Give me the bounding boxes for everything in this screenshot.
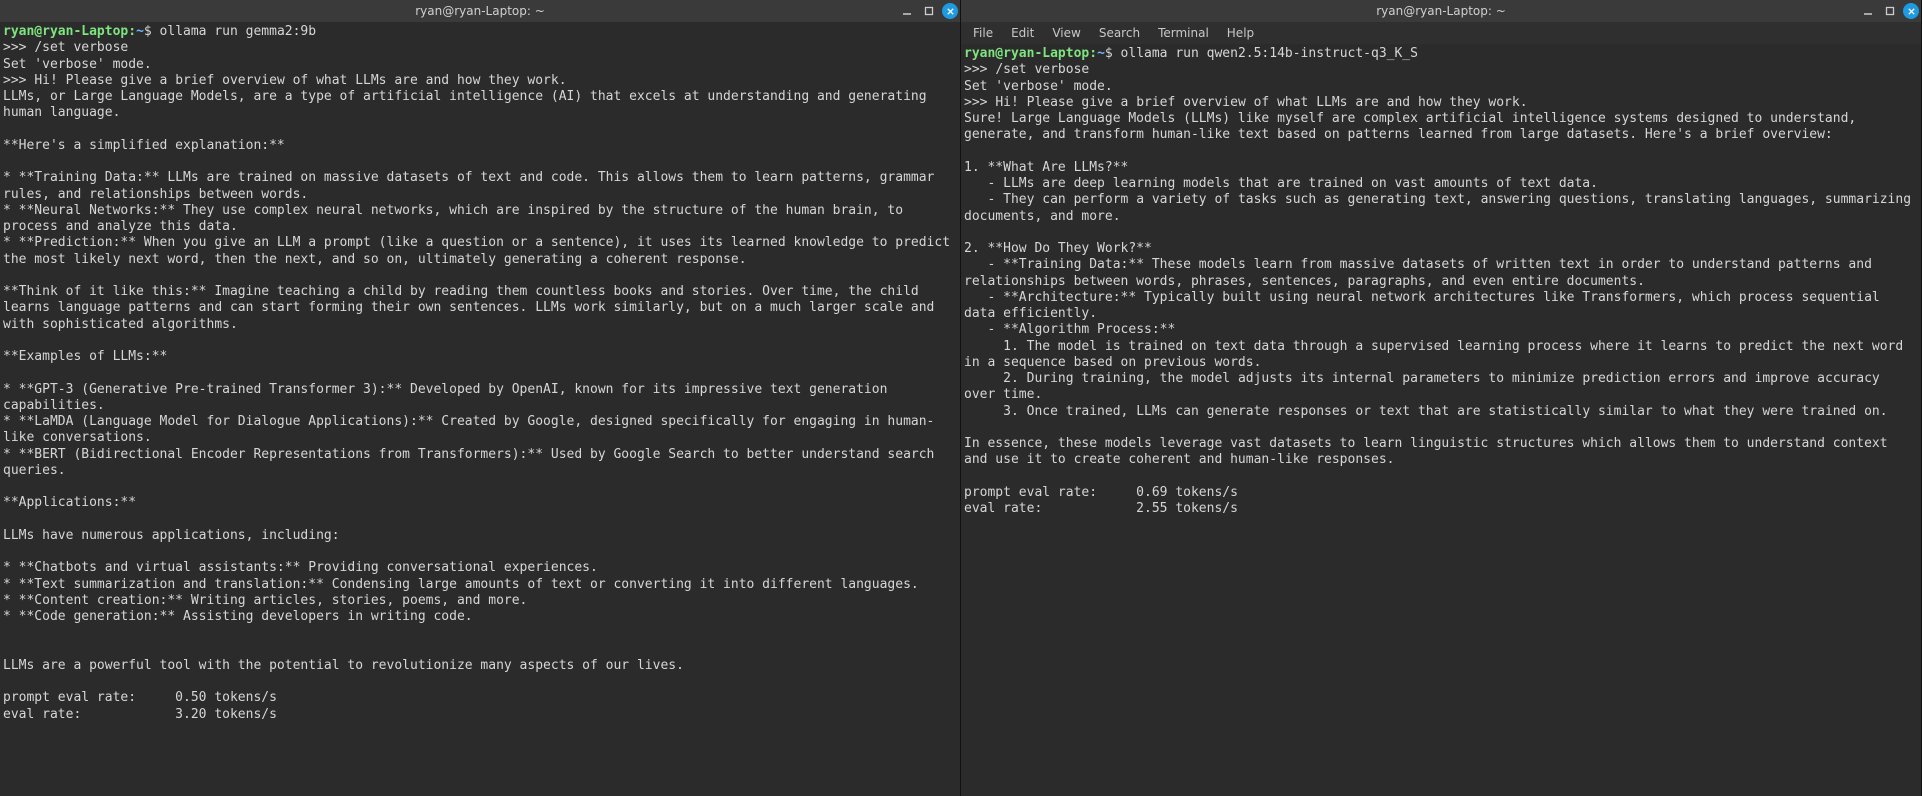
output-line: Set 'verbose' mode.: [964, 79, 1113, 94]
prompt-user-host: ryan@ryan-Laptop:: [964, 46, 1097, 61]
terminal-body-right[interactable]: ryan@ryan-Laptop:~$ ollama run qwen2.5:1…: [961, 44, 1921, 796]
output-line: LLMs, or Large Language Models, are a ty…: [3, 89, 934, 120]
output-line: * **BERT (Bidirectional Encoder Represen…: [3, 447, 942, 478]
terminal-body-left[interactable]: ryan@ryan-Laptop:~$ ollama run gemma2:9b…: [0, 22, 960, 796]
prompt-eval-rate: prompt eval rate: 0.69 tokens/s: [964, 485, 1238, 500]
menu-terminal[interactable]: Terminal: [1150, 24, 1217, 42]
output-line: 3. Once trained, LLMs can generate respo…: [964, 404, 1888, 419]
terminal-window-right: ryan@ryan-Laptop: ~ File Edit View Searc…: [961, 0, 1922, 796]
output-line: * **GPT-3 (Generative Pre-trained Transf…: [3, 382, 895, 413]
maximize-button[interactable]: [1881, 2, 1899, 20]
shell-command: ollama run gemma2:9b: [160, 24, 317, 39]
prompt-path: ~: [136, 24, 144, 39]
output-line: 2. During training, the model adjusts it…: [964, 371, 1888, 402]
repl-marker: >>>: [964, 95, 987, 110]
output-line: * **Content creation:** Writing articles…: [3, 593, 527, 608]
output-line: * **Chatbots and virtual assistants:** P…: [3, 560, 598, 575]
output-line: **Examples of LLMs:**: [3, 349, 167, 364]
repl-input: Hi! Please give a brief overview of what…: [34, 73, 566, 88]
menu-help[interactable]: Help: [1219, 24, 1262, 42]
minimize-button[interactable]: [898, 2, 916, 20]
repl-input: /set verbose: [34, 40, 128, 55]
menu-edit[interactable]: Edit: [1003, 24, 1042, 42]
window-controls-right: [1859, 0, 1919, 22]
menu-search[interactable]: Search: [1091, 24, 1148, 42]
output-line: 2. **How Do They Work?**: [964, 241, 1152, 256]
maximize-button[interactable]: [920, 2, 938, 20]
output-line: * **Training Data:** LLMs are trained on…: [3, 170, 942, 201]
repl-marker: >>>: [964, 62, 987, 77]
output-line: - **Algorithm Process:**: [964, 322, 1175, 337]
output-line: **Applications:**: [3, 495, 136, 510]
prompt-dollar: $: [144, 24, 152, 39]
close-button[interactable]: [1903, 3, 1919, 19]
output-line: * **Neural Networks:** They use complex …: [3, 203, 911, 234]
menu-file[interactable]: File: [965, 24, 1001, 42]
repl-marker: >>>: [3, 40, 26, 55]
window-controls-left: [898, 0, 958, 22]
close-icon: [1907, 7, 1916, 16]
close-icon: [946, 7, 955, 16]
maximize-icon: [1885, 6, 1895, 16]
menu-view[interactable]: View: [1044, 24, 1088, 42]
output-line: - LLMs are deep learning models that are…: [964, 176, 1598, 191]
repl-input: Hi! Please give a brief overview of what…: [995, 95, 1527, 110]
minimize-icon: [1863, 6, 1873, 16]
close-button[interactable]: [942, 3, 958, 19]
output-line: * **Code generation:** Assisting develop…: [3, 609, 473, 624]
output-line: Sure! Large Language Models (LLMs) like …: [964, 111, 1864, 142]
shell-command: ollama run qwen2.5:14b-instruct-q3_K_S: [1121, 46, 1418, 61]
output-line: **Think of it like this:** Imagine teach…: [3, 284, 942, 332]
minimize-button[interactable]: [1859, 2, 1877, 20]
terminal-window-left: ryan@ryan-Laptop: ~ ryan@ryan-Laptop:~$ …: [0, 0, 961, 796]
prompt-user-host: ryan@ryan-Laptop:: [3, 24, 136, 39]
repl-marker: >>>: [3, 73, 26, 88]
prompt-dollar: $: [1105, 46, 1113, 61]
output-line: * **Prediction:** When you give an LLM a…: [3, 235, 958, 266]
output-line: **Here's a simplified explanation:**: [3, 138, 285, 153]
prompt-eval-rate: prompt eval rate: 0.50 tokens/s: [3, 690, 277, 705]
repl-input: /set verbose: [995, 62, 1089, 77]
output-line: LLMs have numerous applications, includi…: [3, 528, 340, 543]
minimize-icon: [902, 6, 912, 16]
output-line: - **Architecture:** Typically built usin…: [964, 290, 1888, 321]
window-title-left: ryan@ryan-Laptop: ~: [415, 4, 545, 18]
output-line: * **LaMDA (Language Model for Dialogue A…: [3, 414, 934, 445]
menubar: File Edit View Search Terminal Help: [961, 22, 1921, 44]
titlebar-left[interactable]: ryan@ryan-Laptop: ~: [0, 0, 960, 22]
output-line: LLMs are a powerful tool with the potent…: [3, 658, 684, 673]
desktop: ryan@ryan-Laptop: ~ ryan@ryan-Laptop:~$ …: [0, 0, 1922, 796]
output-line: - **Training Data:** These models learn …: [964, 257, 1880, 288]
eval-rate: eval rate: 2.55 tokens/s: [964, 501, 1238, 516]
output-line: - They can perform a variety of tasks su…: [964, 192, 1919, 223]
output-line: In essence, these models leverage vast d…: [964, 436, 1895, 467]
output-line: 1. **What Are LLMs?**: [964, 160, 1128, 175]
output-line: 1. The model is trained on text data thr…: [964, 339, 1911, 370]
output-line: Set 'verbose' mode.: [3, 57, 152, 72]
maximize-icon: [924, 6, 934, 16]
output-line: * **Text summarization and translation:*…: [3, 577, 919, 592]
eval-rate: eval rate: 3.20 tokens/s: [3, 707, 277, 722]
window-title-right: ryan@ryan-Laptop: ~: [1376, 4, 1506, 18]
titlebar-right[interactable]: ryan@ryan-Laptop: ~: [961, 0, 1921, 22]
prompt-path: ~: [1097, 46, 1105, 61]
